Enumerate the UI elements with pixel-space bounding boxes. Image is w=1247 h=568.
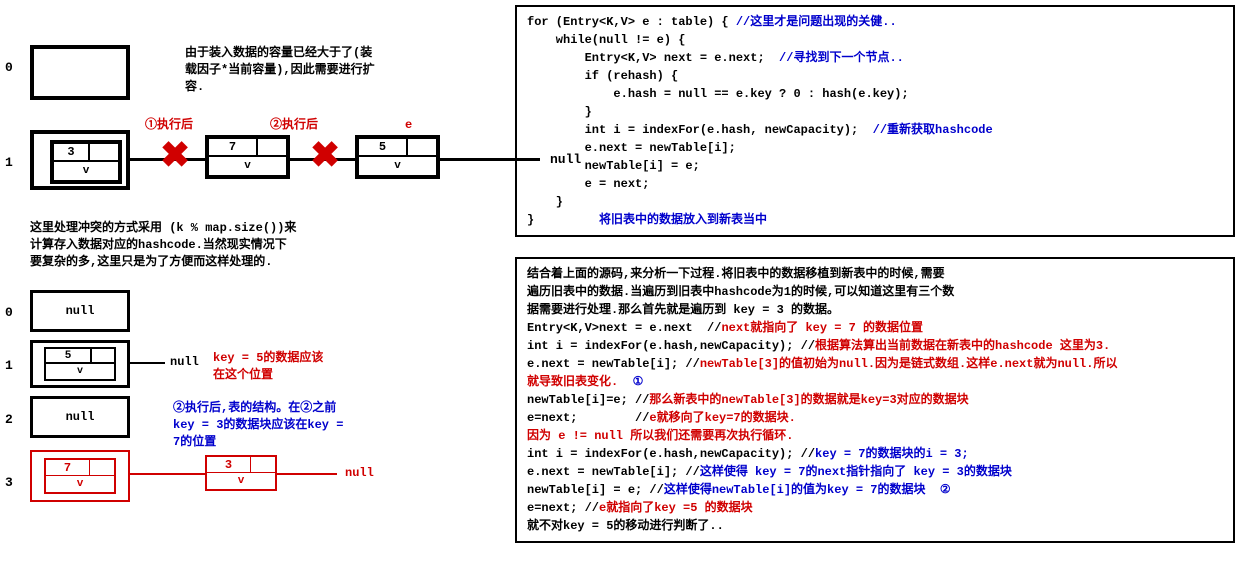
analysis-line: newTable[i]=e; // [527,393,649,407]
analysis-line: Entry<K,V>next = e.next // [527,321,721,335]
node2-key3-val: v [207,473,275,489]
analysis-red: e就移向了key=7的数据块. [649,411,795,425]
node-key5-key: 5 [359,139,408,155]
label-exec2: ②执行后 [270,117,318,134]
code-block: for (Entry<K,V> e : table) { //这里才是问题出现的… [515,5,1235,237]
note-key5: key = 5的数据应该 在这个位置 [213,350,393,384]
analysis-line: e.next = newTable[i]; // [527,357,700,371]
analysis-line: int i = indexFor(e.hash,newCapacity); // [527,447,815,461]
code-comment: 将旧表中的数据放入到新表当中 [599,213,767,227]
analysis-red: 根据算法算出当前数据在新表中的hashcode 这里为3. [815,339,1110,353]
null-label: null [170,355,199,369]
analysis-para: 结合着上面的源码,来分析一下过程.将旧表中的数据移植到新表中的时候,需要 遍历旧… [527,267,954,317]
analysis-red: 就导致旧表变化. [527,375,633,389]
node-key3-key: 3 [54,144,90,160]
code-comment: //寻找到下一个节点.. [779,51,904,65]
table2-slot-2: null [30,396,130,438]
intro-text: 由于装入数据的容量已经大于了(装 载因子*当前容量),因此需要进行扩 容. [185,45,485,95]
node-key3: 3 v [50,140,122,184]
circle-2: ② [940,481,951,499]
analysis-red: 那么新表中的newTable[3]的数据就是key=3对应的数据块 [649,393,968,407]
analysis-line: e=next; // [527,501,599,515]
node-key7: 7 v [205,135,290,179]
analysis-red: 因为 e != null 所以我们还需要再次执行循环. [527,429,793,443]
analysis-red: e就指向了key =5 的数据块 [599,501,753,515]
code-line: } [527,195,563,209]
cross-icon: ✖ [310,140,340,176]
null-label: null [550,152,581,167]
node-key7-val: v [209,157,286,175]
node2-key5-key: 5 [46,349,92,362]
analysis-blue: key = 7的数据块的i = 3; [815,447,969,461]
node2-key7-val: v [46,476,114,492]
analysis-red: next就指向了 key = 7 的数据位置 [721,321,923,335]
code-line: } [527,105,592,119]
node2-key3-key: 3 [207,457,251,472]
analysis-line: e.next = newTable[i]; // [527,465,700,479]
code-comment: //重新获取hashcode [873,123,993,137]
node-key7-key: 7 [209,139,258,155]
analysis-line: int i = indexFor(e.hash,newCapacity); // [527,339,815,353]
index-0: 0 [5,60,13,75]
table2-slot-3: 7 v [30,450,130,502]
code-line: e = next; [527,177,649,191]
node2-key3: 3 v [205,455,277,491]
label-exec1: ①执行后 [145,117,193,134]
node-key5-val: v [359,157,436,175]
node2-key7-key: 7 [46,460,90,475]
code-line: Entry<K,V> next = e.next; [527,51,779,65]
analysis-line: newTable[i] = e; // [527,483,664,497]
code-line: int i = indexFor(e.hash, newCapacity); [527,123,873,137]
diagram-rehash-before: 0 1 由于装入数据的容量已经大于了(装 载因子*当前容量),因此需要进行扩 容… [5,5,505,220]
analysis-block: 结合着上面的源码,来分析一下过程.将旧表中的数据移植到新表中的时候,需要 遍历旧… [515,257,1235,543]
code-line: while(null != e) { [527,33,685,47]
node2-key7: 7 v [44,458,116,494]
index-0: 0 [5,305,13,320]
table2-slot-0: null [30,290,130,332]
cross-icon: ✖ [160,140,190,176]
table-slot-0 [30,45,130,100]
code-line: e.hash = null == e.key ? 0 : hash(e.key)… [527,87,909,101]
null-label: null [345,466,374,480]
index-2: 2 [5,412,13,427]
code-comment: //这里才是问题出现的关健.. [736,15,897,29]
index-1: 1 [5,358,13,373]
code-line: if (rehash) { [527,69,678,83]
analysis-blue: 这样使得 key = 7的next指针指向了 key = 3的数据块 [700,465,1012,479]
index-3: 3 [5,475,13,490]
hash-note: 这里处理冲突的方式采用 (k % map.size())来 计算存入数据对应的h… [30,220,450,270]
analysis-blue: 这样使得newTable[i]的值为key = 7的数据块 [664,483,940,497]
code-line: for (Entry<K,V> e : table) { [527,15,736,29]
node2-key5: 5 v [44,347,116,381]
analysis-line: 就不对key = 5的移动进行判断了.. [527,519,724,533]
table2-slot-1: 5 v [30,340,130,388]
diagram-rehash-after: 0 1 2 3 null 5 v null 7 v null [5,290,505,550]
index-1: 1 [5,155,13,170]
label-e: e [405,117,412,134]
circle-1: ① [633,373,644,391]
node-key5: 5 v [355,135,440,179]
node2-key5-val: v [46,364,114,379]
code-line: } [527,213,599,227]
analysis-line: e=next; // [527,411,649,425]
note-after-exec2: ②执行后,表的结构。在②之前 key = 3的数据块应该在key = 7的位置 [173,400,423,450]
node-key3-val: v [54,162,118,180]
analysis-red: newTable[3]的值初始为null.因为是链式数组.这样e.next就为n… [700,357,1118,371]
